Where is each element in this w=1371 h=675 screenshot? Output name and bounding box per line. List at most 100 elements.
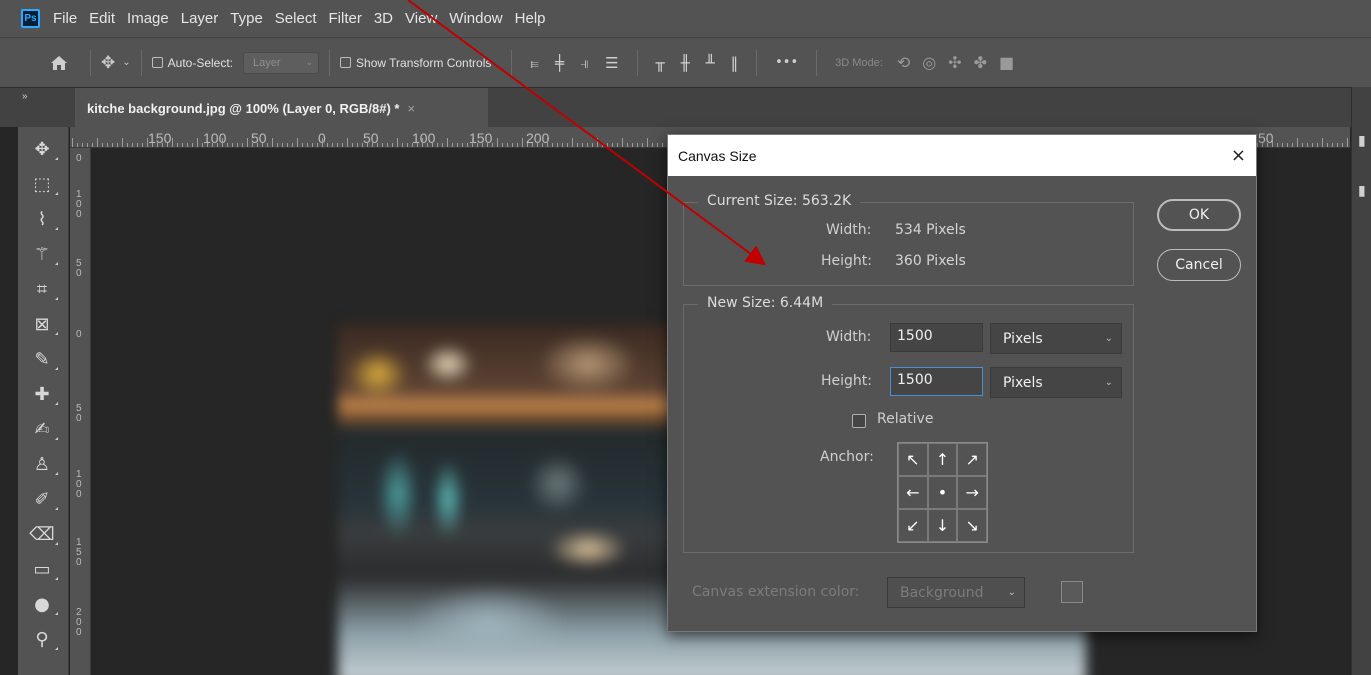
menu-type[interactable]: Type: [224, 0, 269, 37]
ruler-tick: [562, 143, 563, 147]
frame-tool-icon[interactable]: ⊠: [30, 312, 58, 336]
magic-wand-tool-icon[interactable]: ⚚: [30, 242, 58, 266]
relative-checkbox[interactable]: [852, 414, 866, 428]
history-brush-tool-icon[interactable]: ✐: [30, 487, 58, 511]
close-icon[interactable]: ×: [408, 101, 416, 116]
document-tab[interactable]: kitche background.jpg @ 100% (Layer 0, R…: [75, 88, 488, 128]
menu-3d[interactable]: 3D: [368, 0, 399, 37]
options-bar: ✥ ⌄ Auto-Select: Layer ⌄ Show Transform …: [0, 37, 1371, 87]
anchor-top-left-button[interactable]: ↖: [898, 443, 928, 476]
separator: [816, 49, 818, 76]
marquee-tool-icon[interactable]: ⬚: [30, 172, 58, 196]
ruler-tick: [1332, 143, 1333, 147]
anchor-top-right-button[interactable]: ↗: [957, 443, 987, 476]
menu-file[interactable]: File: [47, 0, 83, 37]
menu-window[interactable]: Window: [443, 0, 508, 37]
blur-tool-icon[interactable]: ●: [30, 592, 58, 616]
3d-roll-icon[interactable]: ◎: [922, 53, 936, 72]
extension-color-swatch[interactable]: [1061, 581, 1083, 603]
anchor-right-button[interactable]: →: [957, 476, 987, 509]
lasso-tool-icon[interactable]: ⌇: [30, 207, 58, 231]
chevron-down-icon: ⌄: [1104, 377, 1113, 388]
height-unit-dropdown[interactable]: Pixels ⌄: [990, 367, 1122, 398]
ruler-tick: [272, 138, 273, 147]
align-horizontal-center-icon[interactable]: ╪: [555, 54, 564, 72]
ruler-label: 50: [251, 130, 267, 146]
height-input[interactable]: 1500: [890, 367, 983, 396]
show-transform-checkbox[interactable]: [340, 57, 352, 68]
gradient-tool-icon[interactable]: ▭: [30, 557, 58, 581]
anchor-top-button[interactable]: ↑: [927, 443, 958, 476]
ruler-tick: [567, 143, 568, 147]
close-icon[interactable]: ×: [1231, 145, 1246, 166]
expand-panels-icon[interactable]: »: [22, 91, 28, 102]
clone-stamp-tool-icon[interactable]: ♙: [30, 452, 58, 476]
3d-slide-icon[interactable]: ✤: [974, 53, 987, 72]
ruler-tick: [327, 143, 328, 147]
anchor-center-button[interactable]: •: [927, 476, 958, 509]
ruler-tick: [132, 143, 133, 147]
anchor-left-button[interactable]: ←: [898, 476, 928, 509]
ruler-tick: [652, 143, 653, 147]
ruler-tick: [647, 138, 648, 147]
align-top-icon[interactable]: ╥: [656, 54, 665, 72]
ruler-tick: [452, 143, 453, 147]
extension-color-dropdown[interactable]: Background ⌄: [887, 577, 1025, 608]
ruler-tick: [1272, 138, 1273, 147]
ruler-tick: [202, 143, 203, 147]
ruler-tick: [497, 138, 498, 147]
eraser-tool-icon[interactable]: ⌫: [29, 522, 58, 546]
panel-icon[interactable]: ▮: [1358, 132, 1366, 149]
ruler-tick: [377, 143, 378, 147]
ruler-tick: [1317, 143, 1318, 147]
ruler-tick: [157, 143, 158, 147]
menu-view[interactable]: View: [399, 0, 443, 37]
3d-orbit-icon[interactable]: ⟲: [897, 53, 910, 72]
menu-bar: Ps File Edit Image Layer Type Select Fil…: [0, 0, 1371, 37]
menu-layer[interactable]: Layer: [175, 0, 225, 37]
menu-filter[interactable]: Filter: [323, 0, 368, 37]
new-size-title: New Size: 6.44M: [698, 295, 833, 311]
ruler-label: 0: [76, 329, 82, 340]
anchor-bottom-left-button[interactable]: ↙: [898, 509, 928, 542]
ruler-tick: [482, 143, 483, 147]
distribute-vertical-icon[interactable]: ‖: [731, 54, 739, 72]
home-icon[interactable]: [50, 55, 68, 71]
align-bottom-icon[interactable]: ╨: [706, 54, 715, 72]
ruler-tick: [212, 143, 213, 147]
align-left-icon[interactable]: ⫢: [530, 54, 539, 72]
eyedropper-tool-icon[interactable]: ✎: [30, 347, 58, 371]
move-tool-icon[interactable]: ✥: [101, 53, 115, 73]
more-options-icon[interactable]: •••: [775, 55, 798, 70]
ruler-tick: [302, 143, 303, 147]
move-tool-icon[interactable]: ✥: [30, 137, 58, 161]
crop-tool-icon[interactable]: ⌗: [30, 277, 58, 301]
align-vertical-center-icon[interactable]: ╫: [681, 54, 690, 72]
menu-select[interactable]: Select: [269, 0, 323, 37]
ok-button[interactable]: OK: [1157, 199, 1241, 231]
dodge-tool-icon[interactable]: ⚲: [30, 627, 58, 651]
auto-select-checkbox[interactable]: [151, 57, 163, 68]
align-right-icon[interactable]: ⫣: [580, 54, 589, 72]
brush-tool-icon[interactable]: ✍: [30, 417, 58, 441]
ruler-tick: [587, 143, 588, 147]
anchor-bottom-right-button[interactable]: ↘: [957, 509, 987, 542]
3d-pan-icon[interactable]: ✣: [948, 53, 961, 72]
separator: [329, 49, 331, 76]
ruler-tick: [142, 143, 143, 147]
panel-icon[interactable]: ▮: [1358, 182, 1366, 199]
cancel-button[interactable]: Cancel: [1157, 249, 1241, 281]
menu-help[interactable]: Help: [509, 0, 552, 37]
auto-select-target-dropdown[interactable]: Layer ⌄: [243, 51, 320, 74]
3d-scale-icon[interactable]: ■: [999, 53, 1014, 72]
current-size-title: Current Size: 563.2K: [698, 193, 861, 209]
width-input[interactable]: 1500: [890, 323, 983, 352]
width-unit-dropdown[interactable]: Pixels ⌄: [990, 323, 1122, 354]
distribute-horizontal-icon[interactable]: ☰: [605, 54, 618, 72]
anchor-bottom-button[interactable]: ↓: [927, 509, 958, 542]
menu-image[interactable]: Image: [121, 0, 175, 37]
relative-label[interactable]: Relative: [877, 411, 933, 427]
healing-brush-tool-icon[interactable]: ✚: [30, 382, 58, 406]
chevron-down-icon[interactable]: ⌄: [122, 57, 130, 68]
menu-edit[interactable]: Edit: [83, 0, 121, 37]
